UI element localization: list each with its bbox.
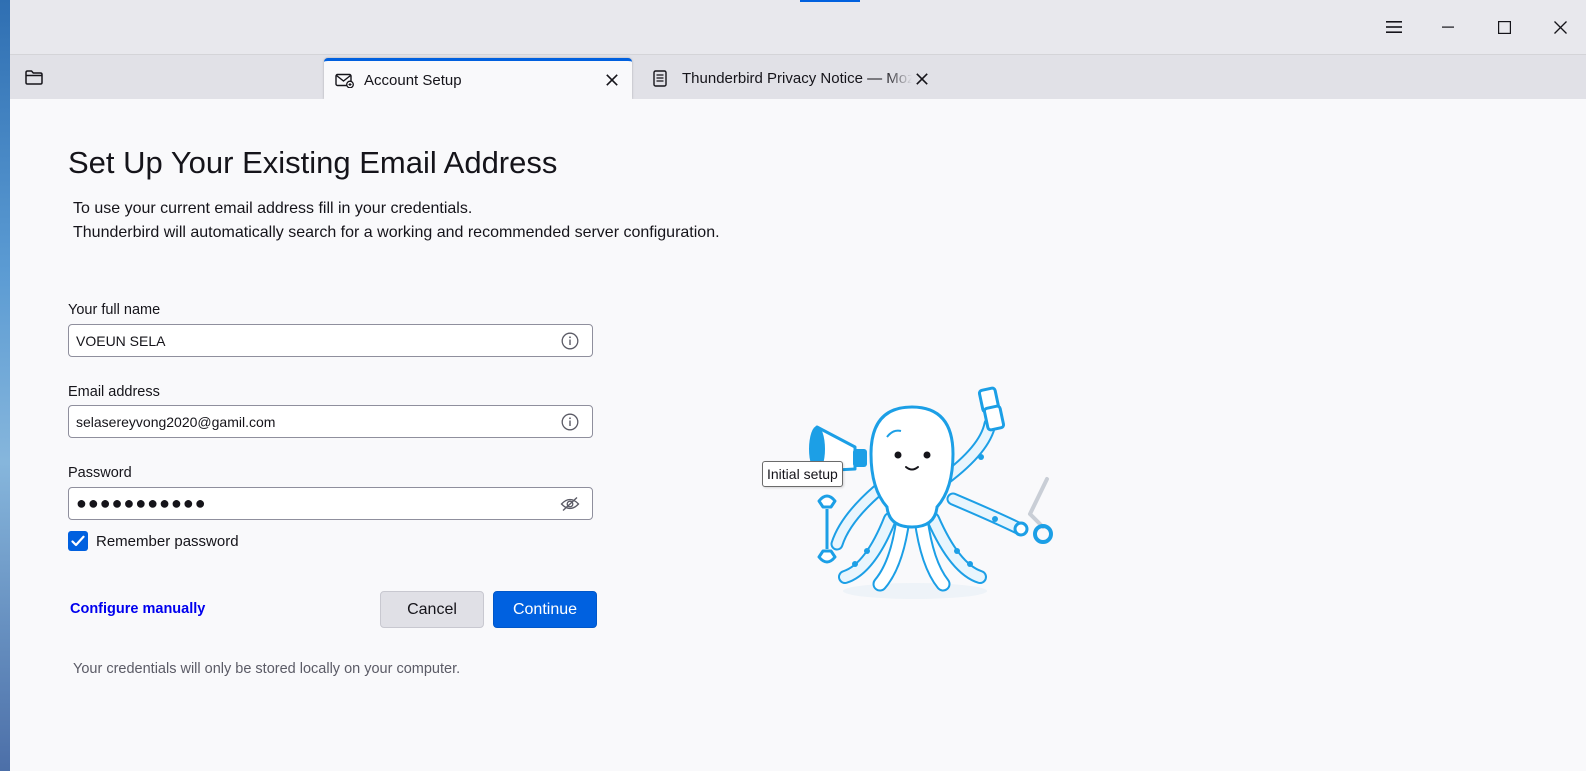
desktop-background-strip xyxy=(0,0,10,771)
full-name-field xyxy=(68,324,593,357)
password-field xyxy=(68,487,593,520)
tab-bar: Account Setup Thunderbird Privacy Notice… xyxy=(10,55,1586,99)
tab-privacy-notice[interactable]: Thunderbird Privacy Notice — Mozilla xyxy=(642,58,942,99)
info-icon[interactable] xyxy=(559,411,581,433)
document-icon xyxy=(653,70,673,88)
tab-account-setup[interactable]: Account Setup xyxy=(324,58,632,99)
account-setup-icon xyxy=(335,71,355,89)
close-tab-icon[interactable] xyxy=(602,70,622,90)
tab-label: Thunderbird Privacy Notice — Mozilla xyxy=(682,70,912,87)
eye-slash-icon[interactable] xyxy=(559,493,581,515)
configure-manually-link[interactable]: Configure manually xyxy=(70,601,205,617)
close-tab-icon[interactable] xyxy=(912,69,932,89)
tab-label: Account Setup xyxy=(364,71,462,89)
full-name-input[interactable] xyxy=(69,325,559,356)
password-input[interactable] xyxy=(69,488,559,519)
hamburger-menu-icon[interactable] xyxy=(1371,8,1417,46)
password-label: Password xyxy=(68,465,132,481)
page-title: Set Up Your Existing Email Address xyxy=(68,145,558,180)
remember-password-checkbox[interactable] xyxy=(68,531,88,551)
intro-text: To use your current email address fill i… xyxy=(73,197,720,245)
octopus-illustration xyxy=(809,386,1053,599)
maximize-icon[interactable] xyxy=(1481,8,1527,46)
email-input[interactable] xyxy=(69,406,559,437)
intro-line-1: To use your current email address fill i… xyxy=(73,200,473,217)
continue-button[interactable]: Continue xyxy=(493,591,597,628)
credentials-footnote: Your credentials will only be stored loc… xyxy=(73,661,461,677)
remember-password-label: Remember password xyxy=(96,532,239,550)
info-icon[interactable] xyxy=(559,330,581,352)
cancel-button[interactable]: Cancel xyxy=(380,591,484,628)
titlebar-accent xyxy=(800,0,860,2)
window-titlebar xyxy=(10,0,1586,55)
email-label: Email address xyxy=(68,384,160,400)
email-field xyxy=(68,405,593,438)
remember-password[interactable]: Remember password xyxy=(68,531,239,551)
initial-setup-tooltip: Initial setup xyxy=(762,461,843,487)
account-setup-page: Set Up Your Existing Email Address To us… xyxy=(10,99,1586,771)
folder-icon[interactable] xyxy=(22,66,46,88)
close-icon[interactable] xyxy=(1540,8,1580,46)
full-name-label: Your full name xyxy=(68,302,161,318)
intro-line-2: Thunderbird will automatically search fo… xyxy=(73,224,720,241)
minimize-icon[interactable] xyxy=(1425,8,1471,46)
